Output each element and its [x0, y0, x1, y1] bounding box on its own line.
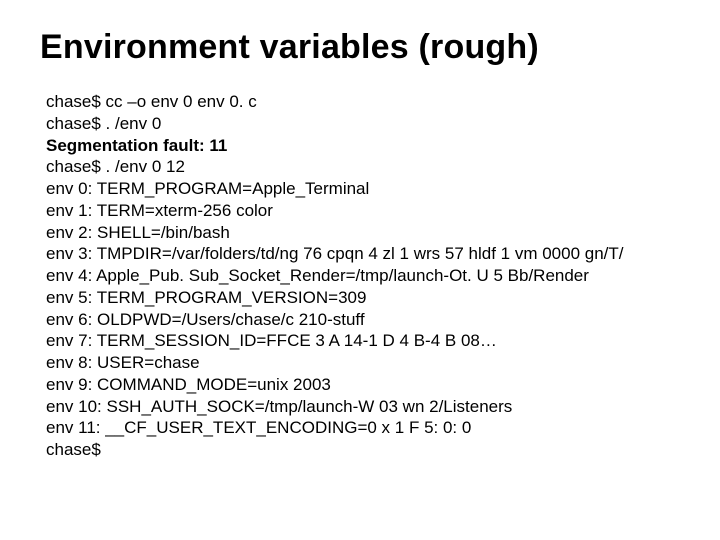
terminal-line: chase$ . /env 0 12: [46, 156, 680, 178]
slide-title: Environment variables (rough): [40, 28, 680, 67]
terminal-line: env 11: __CF_USER_TEXT_ENCODING=0 x 1 F …: [46, 417, 680, 439]
terminal-line: env 2: SHELL=/bin/bash: [46, 222, 680, 244]
terminal-line: env 9: COMMAND_MODE=unix 2003: [46, 374, 680, 396]
terminal-line: env 0: TERM_PROGRAM=Apple_Terminal: [46, 178, 680, 200]
terminal-line: env 1: TERM=xterm-256 color: [46, 200, 680, 222]
terminal-line: env 3: TMPDIR=/var/folders/td/ng 76 cpqn…: [46, 243, 680, 265]
terminal-line: Segmentation fault: 11: [46, 135, 680, 157]
terminal-line: chase$ . /env 0: [46, 113, 680, 135]
terminal-output: chase$ cc –o env 0 env 0. cchase$ . /env…: [40, 91, 680, 461]
terminal-line: env 7: TERM_SESSION_ID=FFCE 3 A 14-1 D 4…: [46, 330, 680, 352]
terminal-line: env 8: USER=chase: [46, 352, 680, 374]
terminal-line: env 10: SSH_AUTH_SOCK=/tmp/launch-W 03 w…: [46, 396, 680, 418]
terminal-line: env 4: Apple_Pub. Sub_Socket_Render=/tmp…: [46, 265, 680, 287]
terminal-line: chase$ cc –o env 0 env 0. c: [46, 91, 680, 113]
terminal-line: chase$: [46, 439, 680, 461]
terminal-line: env 5: TERM_PROGRAM_VERSION=309: [46, 287, 680, 309]
terminal-line: env 6: OLDPWD=/Users/chase/c 210-stuff: [46, 309, 680, 331]
slide: Environment variables (rough) chase$ cc …: [0, 0, 720, 540]
